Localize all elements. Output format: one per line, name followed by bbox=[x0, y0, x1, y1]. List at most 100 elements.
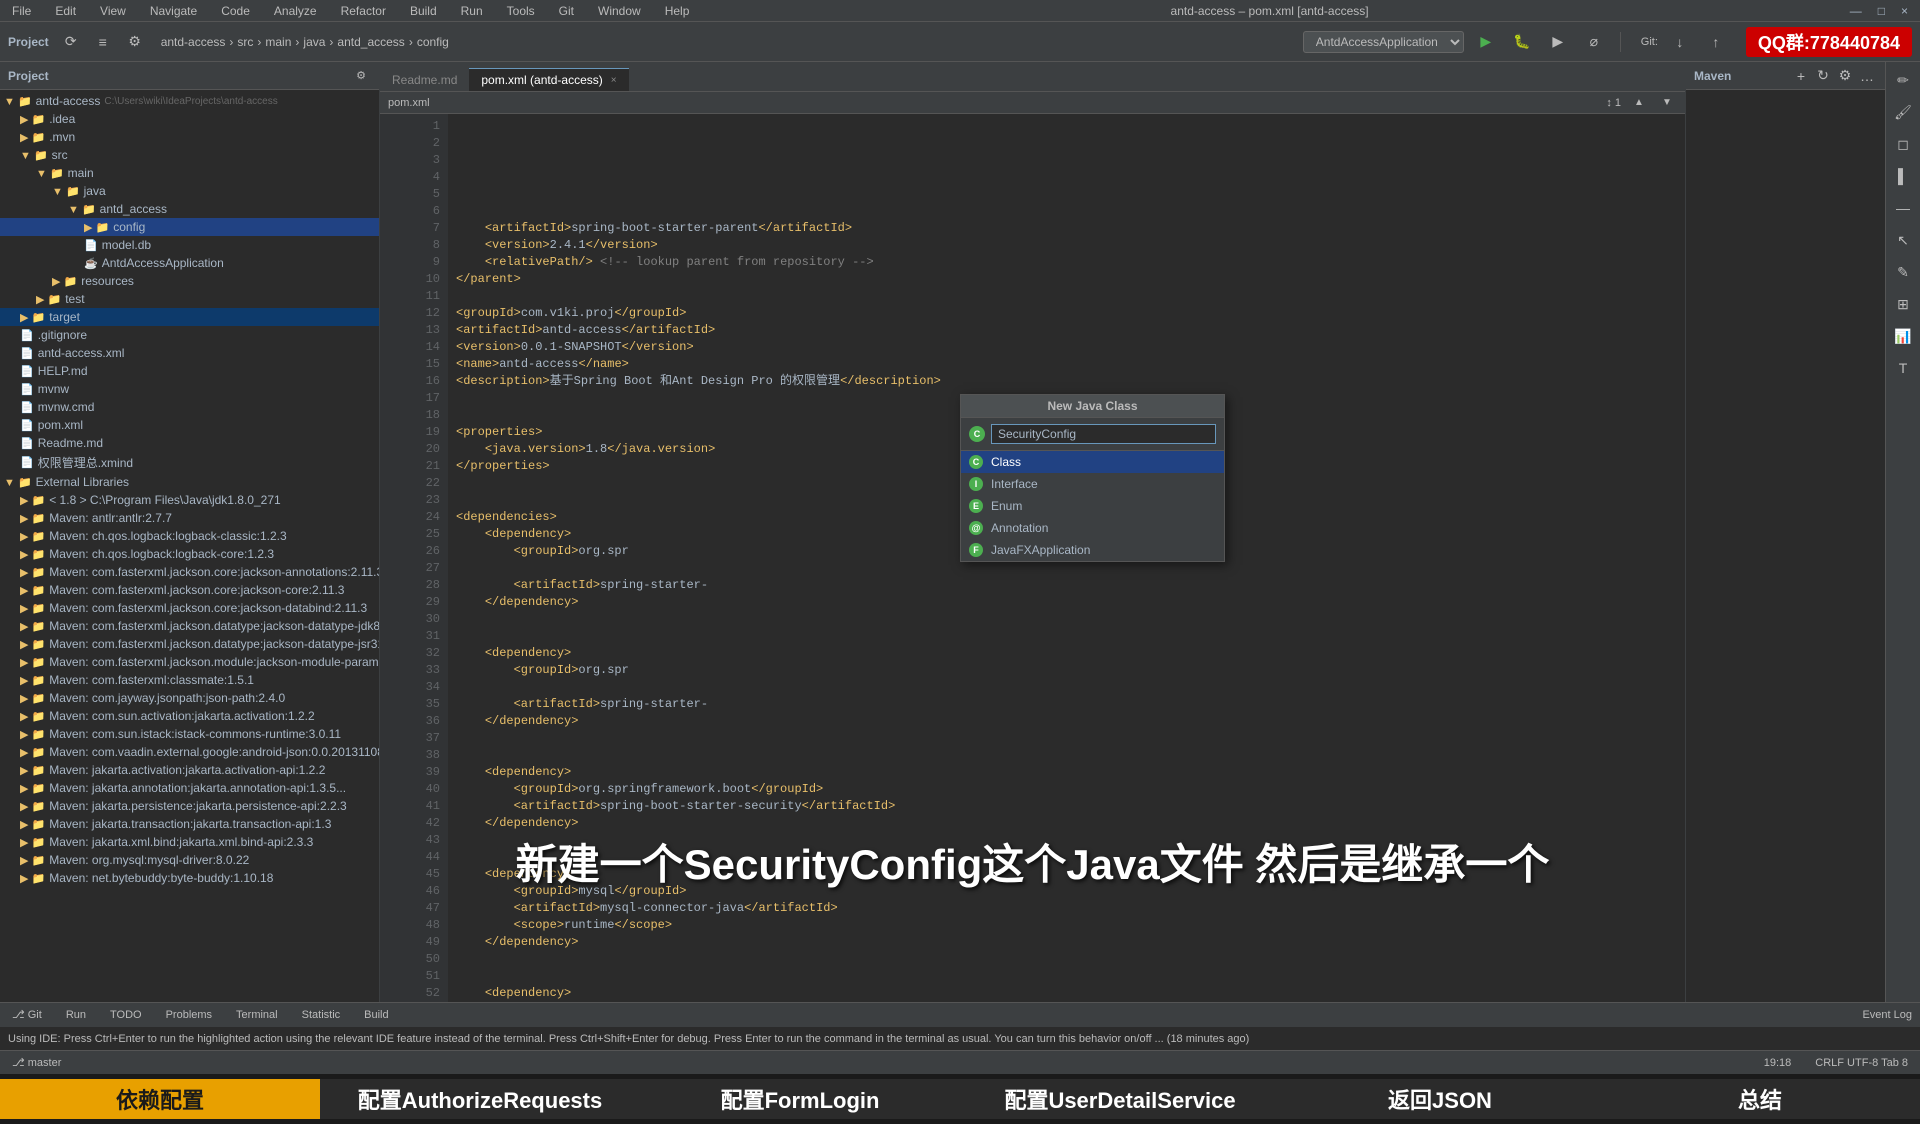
coverage-btn[interactable]: ▶ bbox=[1544, 28, 1572, 56]
collapse-btn[interactable]: ≡ bbox=[89, 28, 117, 56]
menu-refactor[interactable]: Refactor bbox=[337, 2, 390, 20]
tree-item-jackson-databind[interactable]: ▶ 📁 Maven: com.fasterxml.jackson.core:ja… bbox=[0, 599, 379, 617]
menu-run[interactable]: Run bbox=[457, 2, 487, 20]
breadcrumb-config[interactable]: config bbox=[417, 35, 449, 49]
tree-item-readme[interactable]: 📄 Readme.md bbox=[0, 434, 379, 452]
tab-statistic[interactable]: Statistic bbox=[290, 1007, 353, 1023]
tree-item-jackson-ann[interactable]: ▶ 📁 Maven: com.fasterxml.jackson.core:ja… bbox=[0, 563, 379, 581]
tree-item-config[interactable]: ▶ 📁 config bbox=[0, 218, 379, 236]
tree-item-main[interactable]: ▼ 📁 main bbox=[0, 164, 379, 182]
footer-userdetail[interactable]: 配置UserDetailService bbox=[960, 1079, 1280, 1119]
git-push-btn[interactable]: ↑ bbox=[1702, 28, 1730, 56]
profile-btn[interactable]: ⌀ bbox=[1580, 28, 1608, 56]
tree-item-ext-libs[interactable]: ▼ 📁 External Libraries bbox=[0, 473, 379, 491]
line-btn[interactable]: — bbox=[1889, 194, 1917, 222]
maven-add-btn[interactable]: + bbox=[1791, 66, 1811, 86]
tab-run[interactable]: Run bbox=[54, 1007, 98, 1023]
tree-item-antd_access[interactable]: ▼ 📁 antd_access bbox=[0, 200, 379, 218]
tree-item-classmate[interactable]: ▶ 📁 Maven: com.fasterxml:classmate:1.5.1 bbox=[0, 671, 379, 689]
menu-edit[interactable]: Edit bbox=[51, 2, 80, 20]
scroll-up-btn[interactable]: ▲ bbox=[1629, 93, 1649, 113]
tree-item-mvn[interactable]: ▶ 📁 .mvn bbox=[0, 128, 379, 146]
paint-btn[interactable]: 🖌 bbox=[1889, 98, 1917, 126]
tab-build[interactable]: Build bbox=[352, 1007, 400, 1023]
popup-item-interface[interactable]: I Interface bbox=[961, 473, 1224, 495]
footer-formlogin[interactable]: 配置FormLogin bbox=[640, 1079, 960, 1119]
popup-item-annotation[interactable]: @ Annotation bbox=[961, 517, 1224, 539]
footer-summary[interactable]: 总结 bbox=[1600, 1079, 1920, 1119]
maven-settings-btn[interactable]: ⚙ bbox=[1835, 66, 1855, 86]
tree-item-antlr[interactable]: ▶ 📁 Maven: antlr:antlr:2.7.7 bbox=[0, 509, 379, 527]
tree-item-jdk[interactable]: ▶ 📁 < 1.8 > C:\Program Files\Java\jdk1.8… bbox=[0, 491, 379, 509]
new-class-input[interactable] bbox=[991, 424, 1216, 444]
breadcrumb-antd[interactable]: antd_access bbox=[337, 35, 404, 49]
close-btn[interactable]: × bbox=[1897, 4, 1912, 18]
tab-git[interactable]: ⎇ Git bbox=[0, 1006, 54, 1023]
footer-json[interactable]: 返回JSON bbox=[1280, 1079, 1600, 1119]
tree-item-antd-access[interactable]: ▼ 📁 antd-access C:\Users\wiki\IdeaProjec… bbox=[0, 92, 379, 110]
run-config-combo[interactable]: AntdAccessApplication bbox=[1303, 31, 1464, 53]
edit-btn[interactable]: ✏ bbox=[1889, 66, 1917, 94]
code-editor[interactable]: 12345 678910 1112131415 1617181920 21222… bbox=[380, 114, 1685, 1002]
tree-item-jakarta-xml[interactable]: ▶ 📁 Maven: jakarta.xml.bind:jakarta.xml.… bbox=[0, 833, 379, 851]
tree-item-activation[interactable]: ▶ 📁 Maven: com.sun.activation:jakarta.ac… bbox=[0, 707, 379, 725]
menu-tools[interactable]: Tools bbox=[503, 2, 539, 20]
text-btn[interactable]: T bbox=[1889, 354, 1917, 382]
tree-item-antd-xml[interactable]: 📄 antd-access.xml bbox=[0, 344, 379, 362]
menu-window[interactable]: Window bbox=[594, 2, 645, 20]
tree-item-jakarta-ann[interactable]: ▶ 📁 Maven: jakarta.annotation:jakarta.an… bbox=[0, 779, 379, 797]
tree-item-jackson-dt-jdk8[interactable]: ▶ 📁 Maven: com.fasterxml.jackson.datatyp… bbox=[0, 617, 379, 635]
tab-todo[interactable]: TODO bbox=[98, 1007, 154, 1023]
tree-item-jackson-dt-jsr[interactable]: ▶ 📁 Maven: com.fasterxml.jackson.datatyp… bbox=[0, 635, 379, 653]
tree-item-help[interactable]: 📄 HELP.md bbox=[0, 362, 379, 380]
pencil-btn[interactable]: ✎ bbox=[1889, 258, 1917, 286]
tree-item-jakarta-per[interactable]: ▶ 📁 Maven: jakarta.persistence:jakarta.p… bbox=[0, 797, 379, 815]
tree-item-bytebuddy[interactable]: ▶ 📁 Maven: net.bytebuddy:byte-buddy:1.10… bbox=[0, 869, 379, 887]
tree-item-model[interactable]: 📄 model.db bbox=[0, 236, 379, 254]
breadcrumb-main[interactable]: main bbox=[265, 35, 291, 49]
tree-item-src[interactable]: ▼ 📁 src bbox=[0, 146, 379, 164]
tree-item-mysql[interactable]: ▶ 📁 Maven: org.mysql:mysql-driver:8.0.22 bbox=[0, 851, 379, 869]
tree-item-test[interactable]: ▶ 📁 test bbox=[0, 290, 379, 308]
git-branch[interactable]: ⎇ master bbox=[8, 1056, 65, 1069]
minimize-btn[interactable]: — bbox=[1846, 4, 1866, 18]
run-btn[interactable]: ▶ bbox=[1472, 28, 1500, 56]
breadcrumb-src[interactable]: src bbox=[237, 35, 253, 49]
tree-item-jackson-module[interactable]: ▶ 📁 Maven: com.fasterxml.jackson.module:… bbox=[0, 653, 379, 671]
tree-settings-btn[interactable]: ⚙ bbox=[351, 66, 371, 86]
eraser-btn[interactable]: ◻ bbox=[1889, 130, 1917, 158]
maven-more-btn[interactable]: … bbox=[1857, 66, 1877, 86]
tree-item-app[interactable]: ☕ AntdAccessApplication bbox=[0, 254, 379, 272]
highlight-btn[interactable]: ▌ bbox=[1889, 162, 1917, 190]
encoding[interactable]: CRLF UTF-8 Tab 8 bbox=[1811, 1057, 1912, 1069]
tree-item-jsonpath[interactable]: ▶ 📁 Maven: com.jayway.jsonpath:json-path… bbox=[0, 689, 379, 707]
maximize-btn[interactable]: □ bbox=[1874, 4, 1889, 18]
tree-item-jackson-core[interactable]: ▶ 📁 Maven: com.fasterxml.jackson.core:ja… bbox=[0, 581, 379, 599]
tree-item-pom[interactable]: 📄 pom.xml bbox=[0, 416, 379, 434]
breadcrumb-java[interactable]: java bbox=[303, 35, 325, 49]
menu-code[interactable]: Code bbox=[217, 2, 254, 20]
event-log-link[interactable]: Event Log bbox=[1862, 1009, 1912, 1021]
menu-help[interactable]: Help bbox=[661, 2, 694, 20]
tree-item-mvnw-cmd[interactable]: 📄 mvnw.cmd bbox=[0, 398, 379, 416]
footer-yilai[interactable]: 依赖配置 bbox=[0, 1079, 320, 1119]
maven-reload-btn[interactable]: ↻ bbox=[1813, 66, 1833, 86]
scroll-down-btn[interactable]: ▼ bbox=[1657, 93, 1677, 113]
tab-readme[interactable]: Readme.md bbox=[380, 68, 469, 91]
tree-item-jakarta-act[interactable]: ▶ 📁 Maven: jakarta.activation:jakarta.ac… bbox=[0, 761, 379, 779]
tree-item-java[interactable]: ▼ 📁 java bbox=[0, 182, 379, 200]
tab-problems[interactable]: Problems bbox=[154, 1007, 224, 1023]
sync-btn[interactable]: ⟳ bbox=[57, 28, 85, 56]
tree-item-logback-classic[interactable]: ▶ 📁 Maven: ch.qos.logback:logback-classi… bbox=[0, 527, 379, 545]
breadcrumb-root[interactable]: antd-access bbox=[161, 35, 226, 49]
tree-item-jakarta-tx[interactable]: ▶ 📁 Maven: jakarta.transaction:jakarta.t… bbox=[0, 815, 379, 833]
tree-item-gitignore[interactable]: 📄 .gitignore bbox=[0, 326, 379, 344]
popup-item-class[interactable]: C Class bbox=[961, 451, 1224, 473]
tree-item-resources[interactable]: ▶ 📁 resources bbox=[0, 272, 379, 290]
tree-item-mvnw[interactable]: 📄 mvnw bbox=[0, 380, 379, 398]
cursor-position[interactable]: 19:18 bbox=[1760, 1057, 1796, 1069]
tab-terminal[interactable]: Terminal bbox=[224, 1007, 290, 1023]
menu-file[interactable]: File bbox=[8, 2, 35, 20]
tab-pom[interactable]: pom.xml (antd-access) × bbox=[469, 68, 628, 91]
tree-item-target[interactable]: ▶ 📁 target bbox=[0, 308, 379, 326]
